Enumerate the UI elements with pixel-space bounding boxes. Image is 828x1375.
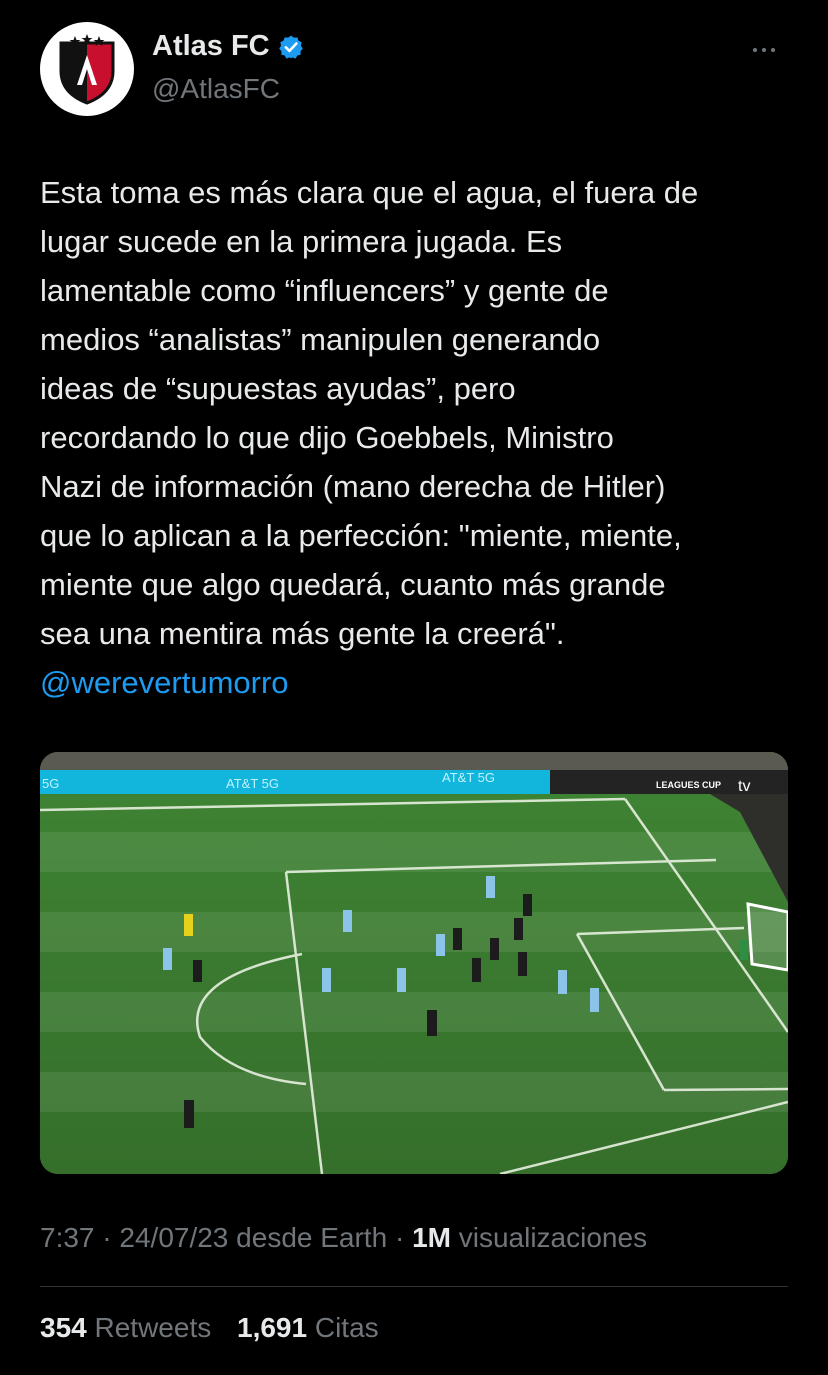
- retweets-count[interactable]: 354: [40, 1312, 87, 1343]
- player-light-blue: [558, 970, 567, 994]
- meta-separator: ·: [387, 1222, 413, 1253]
- more-dot: [771, 48, 775, 52]
- player-light-blue: [343, 910, 352, 932]
- player-dark: [427, 1010, 437, 1036]
- player-dark: [184, 1100, 194, 1128]
- player-dark: [472, 958, 481, 982]
- more-options-icon[interactable]: [744, 40, 784, 60]
- tweet-header: Atlas FC @AtlasFC: [40, 22, 788, 122]
- tweet-text: Esta toma es más clara que el agua, el f…: [40, 175, 699, 651]
- ad-board-text: AT&T 5G: [226, 776, 279, 791]
- player-light-blue: [322, 968, 331, 992]
- player-dark: [490, 938, 499, 960]
- author-names: Atlas FC @AtlasFC: [152, 30, 304, 105]
- divider: [40, 1286, 788, 1287]
- atlas-crest-icon: [59, 34, 115, 105]
- retweets-label[interactable]: Retweets: [95, 1312, 212, 1343]
- avatar[interactable]: [40, 22, 134, 116]
- stands: [40, 752, 788, 772]
- goal: [746, 902, 788, 972]
- display-name[interactable]: Atlas FC: [152, 30, 304, 63]
- tweet-stats: 354 Retweets 1,691 Citas: [40, 1312, 379, 1344]
- display-name-text[interactable]: Atlas FC: [152, 30, 270, 63]
- tweet-meta: 7:37 · 24/07/23 desde Earth · 1M visuali…: [40, 1222, 647, 1254]
- more-dot: [762, 48, 766, 52]
- verified-badge-icon: [278, 35, 303, 59]
- tweet-date[interactable]: 24/07/23: [119, 1222, 228, 1253]
- more-dot: [753, 48, 757, 52]
- player-dark: [514, 918, 523, 940]
- mention-link[interactable]: @werevertumorro: [40, 658, 289, 707]
- ad-board-text: 5G: [42, 776, 59, 791]
- player-light-blue: [163, 948, 172, 970]
- player-light-blue: [590, 988, 599, 1012]
- tweet-source: desde Earth: [228, 1222, 388, 1253]
- views-count: 1M: [412, 1222, 451, 1253]
- author-handle[interactable]: @AtlasFC: [152, 73, 304, 105]
- player-light-blue: [436, 934, 445, 956]
- quotes-count[interactable]: 1,691: [237, 1312, 307, 1343]
- referee: [184, 914, 193, 936]
- soccer-pitch-image: 5G AT&T 5G AT&T 5G LEAGUES CUP tv: [40, 752, 788, 1174]
- quotes-label[interactable]: Citas: [315, 1312, 379, 1343]
- meta-separator: ·: [94, 1222, 120, 1253]
- tweet-time[interactable]: 7:37: [40, 1222, 95, 1253]
- leagues-cup-logo: LEAGUES CUP: [656, 780, 721, 790]
- tweet-media-image[interactable]: 5G AT&T 5G AT&T 5G LEAGUES CUP tv: [40, 752, 788, 1174]
- views-label: visualizaciones: [450, 1222, 648, 1253]
- player-dark: [453, 928, 462, 950]
- ad-board-text: AT&T 5G: [442, 770, 495, 785]
- player-light-blue: [486, 876, 495, 898]
- player-dark: [523, 894, 532, 916]
- goalkeeper: [740, 940, 748, 960]
- apple-tv-logo: tv: [738, 778, 750, 795]
- player-dark: [193, 960, 202, 982]
- player-light-blue: [397, 968, 406, 992]
- player-dark: [518, 952, 527, 976]
